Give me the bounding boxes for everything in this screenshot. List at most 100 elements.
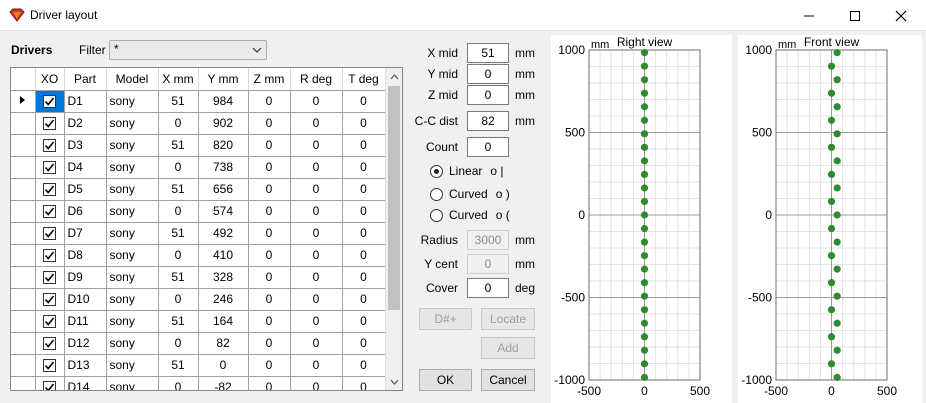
scroll-down-button[interactable] xyxy=(386,373,402,390)
xo-checkbox[interactable] xyxy=(43,205,56,219)
table-row[interactable]: D6 sony 0 574 0 0 0 xyxy=(11,200,386,223)
cell-part[interactable]: D11 xyxy=(64,310,107,333)
table-row[interactable]: D12 sony 0 82 0 0 0 xyxy=(11,332,386,355)
cell-model[interactable]: sony xyxy=(106,178,159,201)
cell-r[interactable]: 0 xyxy=(290,266,343,289)
cell-y[interactable]: 82 xyxy=(198,332,249,355)
xo-cell[interactable] xyxy=(35,200,65,223)
cell-t[interactable]: 0 xyxy=(342,90,386,113)
column-header[interactable]: Model xyxy=(106,68,159,91)
cell-x[interactable]: 0 xyxy=(158,244,199,267)
table-row[interactable]: D14 sony 0 -82 0 0 0 xyxy=(11,376,386,390)
cell-part[interactable]: D5 xyxy=(64,178,107,201)
xo-cell[interactable] xyxy=(35,266,65,289)
cell-model[interactable]: sony xyxy=(106,310,159,333)
xo-checkbox[interactable] xyxy=(43,183,56,197)
cell-model[interactable]: sony xyxy=(106,376,159,390)
cc-dist-input[interactable]: 82 xyxy=(467,111,509,131)
d-plus-button[interactable]: D#+ xyxy=(419,308,472,330)
cell-y[interactable]: 656 xyxy=(198,178,249,201)
cell-x[interactable]: 51 xyxy=(158,310,199,333)
cell-r[interactable]: 0 xyxy=(290,134,343,157)
cell-r[interactable]: 0 xyxy=(290,90,343,113)
cell-y[interactable]: 164 xyxy=(198,310,249,333)
row-header[interactable] xyxy=(11,354,36,377)
cell-t[interactable]: 0 xyxy=(342,332,386,355)
cell-z[interactable]: 0 xyxy=(248,266,291,289)
cell-z[interactable]: 0 xyxy=(248,134,291,157)
xo-checkbox[interactable] xyxy=(43,117,56,131)
cell-r[interactable]: 0 xyxy=(290,354,343,377)
cell-y[interactable]: 0 xyxy=(198,354,249,377)
cell-part[interactable]: D8 xyxy=(64,244,107,267)
row-header[interactable] xyxy=(11,200,36,223)
row-header[interactable] xyxy=(11,266,36,289)
cell-r[interactable]: 0 xyxy=(290,310,343,333)
xo-cell[interactable] xyxy=(35,332,65,355)
xo-checkbox[interactable] xyxy=(43,95,56,109)
cell-model[interactable]: sony xyxy=(106,156,159,179)
xo-checkbox[interactable] xyxy=(43,161,56,175)
table-row[interactable]: D8 sony 0 410 0 0 0 xyxy=(11,244,386,267)
cell-r[interactable]: 0 xyxy=(290,376,343,390)
cell-model[interactable]: sony xyxy=(106,354,159,377)
cell-t[interactable]: 0 xyxy=(342,376,386,390)
xo-cell[interactable] xyxy=(35,222,65,245)
row-header[interactable] xyxy=(11,178,36,201)
row-header[interactable] xyxy=(11,222,36,245)
cell-r[interactable]: 0 xyxy=(290,332,343,355)
cell-y[interactable]: 902 xyxy=(198,112,249,135)
column-header[interactable]: R deg xyxy=(290,68,343,91)
cell-part[interactable]: D9 xyxy=(64,266,107,289)
cell-z[interactable]: 0 xyxy=(248,310,291,333)
y-cent-input[interactable]: 0 xyxy=(467,254,509,274)
cell-model[interactable]: sony xyxy=(106,112,159,135)
cell-x[interactable]: 51 xyxy=(158,134,199,157)
cell-x[interactable]: 0 xyxy=(158,288,199,311)
cell-y[interactable]: -82 xyxy=(198,376,249,390)
xo-checkbox[interactable] xyxy=(43,337,56,351)
cell-r[interactable]: 0 xyxy=(290,112,343,135)
cell-r[interactable]: 0 xyxy=(290,222,343,245)
maximize-button[interactable] xyxy=(832,0,878,31)
cell-r[interactable]: 0 xyxy=(290,178,343,201)
cell-x[interactable]: 0 xyxy=(158,200,199,223)
xo-checkbox[interactable] xyxy=(43,249,56,263)
cell-t[interactable]: 0 xyxy=(342,310,386,333)
cell-r[interactable]: 0 xyxy=(290,244,343,267)
cell-part[interactable]: D10 xyxy=(64,288,107,311)
column-header[interactable]: T deg xyxy=(342,68,386,91)
row-header[interactable] xyxy=(11,310,36,333)
radius-input[interactable]: 3000 xyxy=(467,230,509,250)
cell-z[interactable]: 0 xyxy=(248,156,291,179)
radio-curved-convex[interactable]: Curved o ) xyxy=(430,187,510,201)
grid-vertical-scrollbar[interactable] xyxy=(385,68,402,390)
cell-part[interactable]: D12 xyxy=(64,332,107,355)
cell-part[interactable]: D14 xyxy=(64,376,107,390)
cell-z[interactable]: 0 xyxy=(248,112,291,135)
radio-curved-concave[interactable]: Curved o ( xyxy=(430,208,510,222)
table-row[interactable]: D4 sony 0 738 0 0 0 xyxy=(11,156,386,179)
cell-x[interactable]: 0 xyxy=(158,376,199,390)
xo-cell[interactable] xyxy=(35,134,65,157)
cell-part[interactable]: D2 xyxy=(64,112,107,135)
row-header[interactable] xyxy=(11,288,36,311)
cell-x[interactable]: 51 xyxy=(158,222,199,245)
row-header[interactable] xyxy=(11,244,36,267)
cell-z[interactable]: 0 xyxy=(248,178,291,201)
cover-input[interactable]: 0 xyxy=(467,278,509,298)
ok-button[interactable]: OK xyxy=(419,369,472,391)
column-header[interactable]: Part xyxy=(64,68,107,91)
cell-t[interactable]: 0 xyxy=(342,266,386,289)
xo-cell[interactable] xyxy=(35,288,65,311)
xo-cell[interactable] xyxy=(35,90,65,113)
minimize-button[interactable] xyxy=(786,0,832,31)
table-row[interactable]: D11 sony 51 164 0 0 0 xyxy=(11,310,386,333)
cell-model[interactable]: sony xyxy=(106,200,159,223)
row-header[interactable] xyxy=(11,156,36,179)
z-mid-input[interactable]: 0 xyxy=(467,85,509,105)
cell-part[interactable]: D13 xyxy=(64,354,107,377)
cell-t[interactable]: 0 xyxy=(342,244,386,267)
cell-z[interactable]: 0 xyxy=(248,376,291,390)
xo-checkbox[interactable] xyxy=(43,227,56,241)
